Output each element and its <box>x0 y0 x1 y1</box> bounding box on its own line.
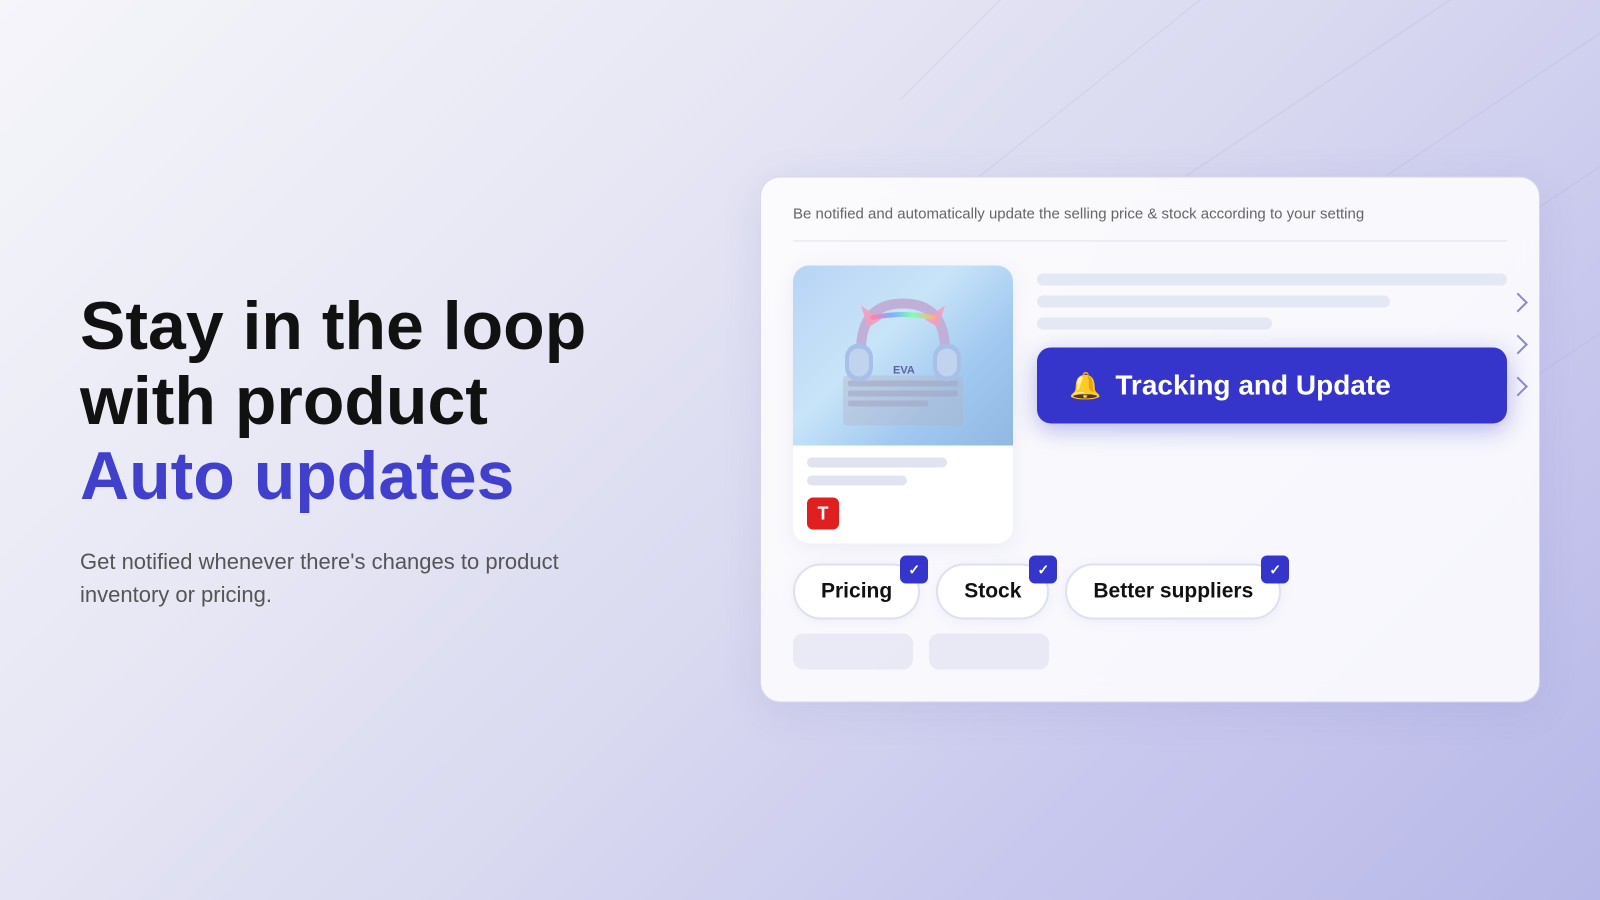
product-line-1 <box>807 457 947 467</box>
chip-suppliers-label: Better suppliers <box>1093 579 1253 602</box>
chip-better-suppliers[interactable]: Better suppliers ✓ <box>1065 563 1281 619</box>
main-card: Be notified and automatically update the… <box>760 176 1540 702</box>
chips-placeholder-1 <box>793 633 913 669</box>
chip-pricing-check: ✓ <box>900 555 928 583</box>
product-line-2 <box>807 475 907 485</box>
placeholder-row-2 <box>1037 295 1390 307</box>
placeholder-row-3 <box>1037 317 1272 329</box>
chip-pricing[interactable]: Pricing ✓ <box>793 563 920 619</box>
product-image: EVA <box>793 265 1013 445</box>
card-description: Be notified and automatically update the… <box>793 205 1507 241</box>
arrow-2 <box>1508 335 1528 355</box>
tracking-button-label: Tracking and Update <box>1115 369 1390 401</box>
chip-pricing-label: Pricing <box>821 579 892 602</box>
chips-row: Pricing ✓ Stock ✓ Better suppliers ✓ <box>793 563 1507 619</box>
product-card: EVA T <box>793 265 1013 543</box>
headline-line1: Stay in the loop <box>80 289 600 364</box>
right-section: Be notified and automatically update the… <box>760 176 1540 702</box>
bell-icon: 🔔 <box>1069 370 1101 401</box>
chips-placeholder-2 <box>929 633 1049 669</box>
card-right: 🔔 Tracking and Update <box>1037 265 1507 423</box>
product-info: T <box>793 445 1013 543</box>
headline-accent: Auto updates <box>80 438 600 513</box>
chips-placeholders <box>793 633 1507 669</box>
subtext: Get notified whenever there's changes to… <box>80 545 600 611</box>
placeholder-row-1 <box>1037 273 1507 285</box>
card-inner: EVA T <box>793 265 1507 543</box>
card-right-wrapper: 🔔 Tracking and Update <box>1037 265 1507 423</box>
left-section: Stay in the loop with product Auto updat… <box>80 289 600 611</box>
placeholder-rows <box>1037 265 1507 329</box>
chip-suppliers-check: ✓ <box>1261 555 1289 583</box>
arrow-3 <box>1508 377 1528 397</box>
chip-stock[interactable]: Stock ✓ <box>936 563 1049 619</box>
headline-line2: with product <box>80 364 600 439</box>
chip-stock-label: Stock <box>964 579 1021 602</box>
arrow-decorations <box>1511 295 1525 393</box>
headphones-illustration: EVA <box>823 275 983 435</box>
chip-stock-check: ✓ <box>1029 555 1057 583</box>
tracking-update-button[interactable]: 🔔 Tracking and Update <box>1037 347 1507 423</box>
product-logo: T <box>807 497 839 529</box>
svg-text:EVA: EVA <box>893 364 915 376</box>
arrow-1 <box>1508 293 1528 313</box>
